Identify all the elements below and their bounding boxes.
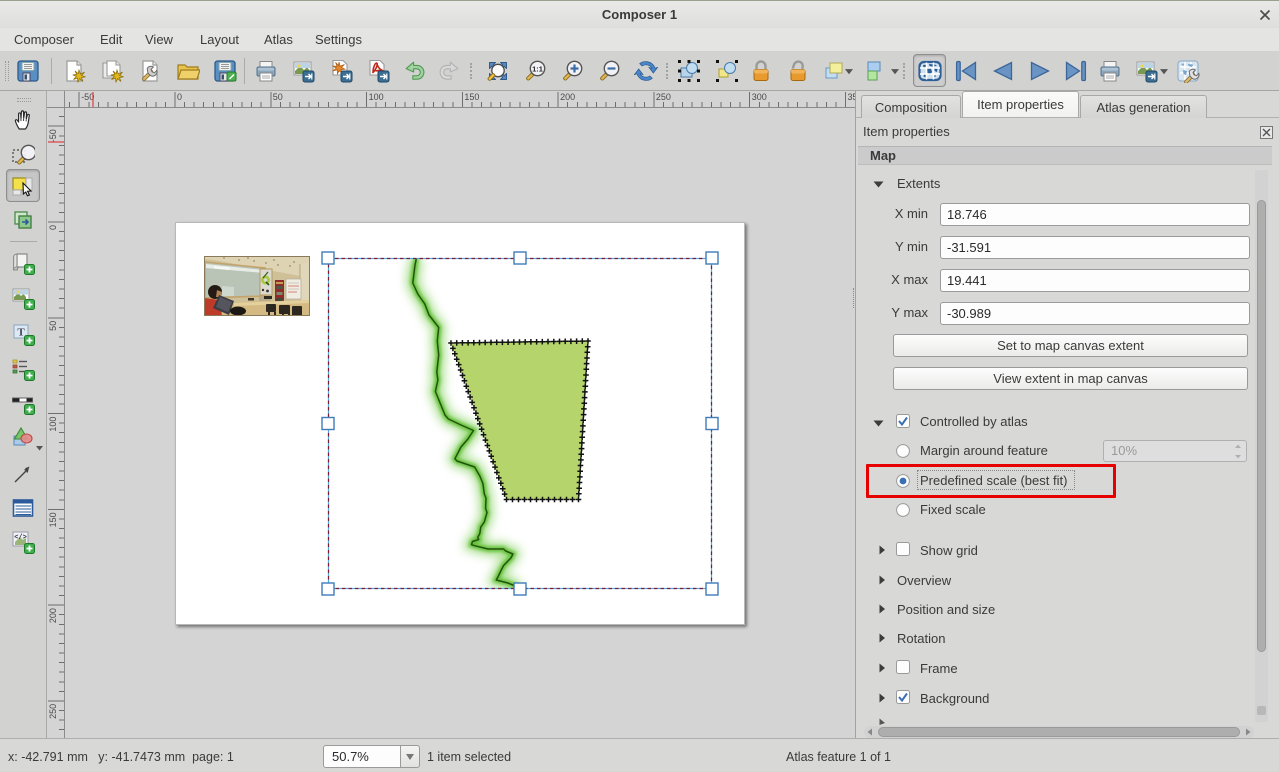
- svg-text:350: 350: [848, 92, 856, 102]
- svg-text:1:1: 1:1: [532, 65, 543, 74]
- svg-text:200: 200: [560, 92, 575, 102]
- svg-text:150: 150: [464, 92, 479, 102]
- svg-text:100: 100: [48, 417, 58, 432]
- svg-text:</>: </>: [14, 534, 27, 542]
- svg-text:150: 150: [48, 512, 58, 527]
- svg-text:300: 300: [752, 92, 767, 102]
- svg-text:50: 50: [48, 321, 58, 331]
- svg-text:50: 50: [273, 92, 283, 102]
- svg-text:250: 250: [656, 92, 671, 102]
- svg-text:200: 200: [48, 608, 58, 623]
- svg-text:0: 0: [177, 92, 182, 102]
- svg-text:100: 100: [369, 92, 384, 102]
- svg-text:-50: -50: [81, 92, 94, 102]
- svg-text:0: 0: [48, 225, 58, 230]
- svg-text:250: 250: [48, 704, 58, 719]
- svg-text:-50: -50: [48, 129, 58, 142]
